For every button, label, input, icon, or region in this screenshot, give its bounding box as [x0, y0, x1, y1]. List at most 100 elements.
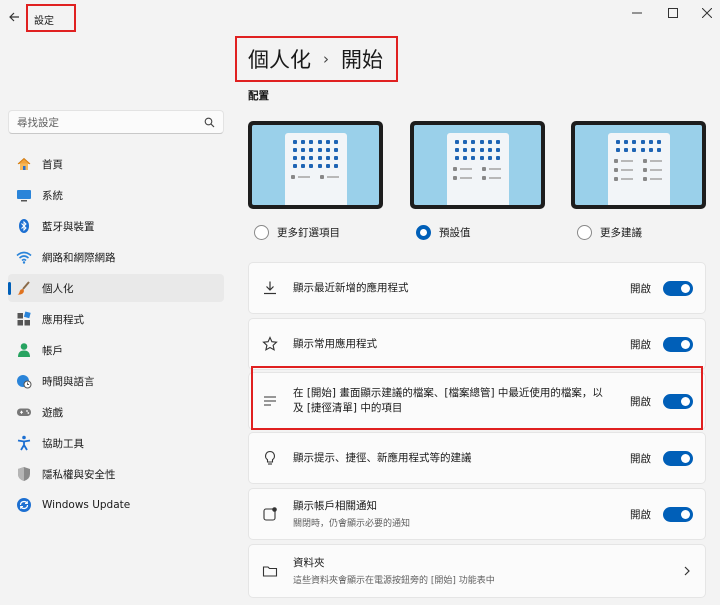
layout-section-label: 配置: [248, 90, 269, 102]
globe-clock-icon: [16, 373, 32, 389]
layout-thumb-default[interactable]: [410, 121, 545, 209]
sidebar-item-gaming[interactable]: 遊戲: [8, 398, 224, 426]
maximize-button[interactable]: [662, 6, 684, 22]
sidebar-item-label: 協助工具: [42, 437, 84, 450]
gamepad-icon: [16, 404, 32, 420]
thumb-screen: [575, 125, 702, 205]
setting-subtitle: 這些資料夾會顯示在電源按鈕旁的 [開始] 功能表中: [293, 576, 495, 586]
start-panel-preview: [284, 133, 347, 205]
radio-label: 更多釘選項目: [277, 227, 340, 239]
sidebar-item-label: 藍牙與裝置: [42, 220, 95, 233]
toggle-state-label: 開啟: [630, 338, 651, 351]
highlight-box-setting: [251, 366, 703, 430]
setting-text: 顯示提示、捷徑、新應用程式等的建議: [293, 451, 630, 466]
back-arrow-icon: [8, 11, 20, 26]
search-input[interactable]: 尋找設定: [8, 110, 224, 134]
setting-title: 資料夾: [293, 557, 325, 569]
person-icon: [16, 342, 32, 358]
start-panel-preview: [607, 133, 670, 205]
recommended-grid: [452, 167, 503, 180]
toggle-state-label: 開啟: [630, 282, 651, 295]
setting-title: 顯示帳戶相關通知: [293, 500, 377, 512]
setting-text: 顯示常用應用程式: [293, 337, 630, 352]
sidebar-item-home[interactable]: 首頁: [8, 150, 224, 178]
layout-thumb-more-recommendations[interactable]: [571, 121, 706, 209]
toggle-knob: [681, 509, 690, 519]
accessibility-icon: [16, 435, 32, 451]
sidebar-item-label: 網路和網際網路: [42, 251, 116, 264]
radio-button[interactable]: [416, 225, 431, 240]
minimize-button[interactable]: [626, 6, 648, 22]
layout-thumb-more-pins[interactable]: [248, 121, 383, 209]
sidebar-item-personalization[interactable]: 個人化: [8, 274, 224, 302]
toggle-knob: [681, 339, 690, 349]
setting-title: 顯示提示、捷徑、新應用程式等的建議: [293, 451, 472, 464]
sidebar-item-bluetooth[interactable]: 藍牙與裝置: [8, 212, 224, 240]
maximize-icon: [668, 7, 678, 21]
shield-icon: [16, 466, 32, 482]
minimize-icon: [632, 8, 642, 21]
setting-subtitle: 關閉時，仍會顯示必要的通知: [293, 519, 411, 529]
bluetooth-icon: [16, 218, 32, 234]
recommended-grid: [613, 159, 664, 181]
chevron-right-icon: [681, 565, 693, 577]
highlight-box-title: [26, 4, 76, 32]
sidebar-item-label: 時間與語言: [42, 375, 95, 388]
back-button[interactable]: [6, 10, 22, 26]
setting-text: 顯示帳戶相關通知 關閉時，仍會顯示必要的通知: [293, 499, 630, 529]
close-button[interactable]: [696, 6, 718, 22]
sidebar-item-windows-update[interactable]: Windows Update: [8, 491, 224, 519]
close-icon: [701, 7, 713, 21]
toggle-state-label: 開啟: [630, 508, 651, 521]
notification-icon: [261, 505, 279, 523]
sidebar-item-time-language[interactable]: 時間與語言: [8, 367, 224, 395]
setting-tips-suggestions: 顯示提示、捷徑、新應用程式等的建議 開啟: [248, 432, 706, 484]
setting-text: 顯示最近新增的應用程式: [293, 281, 630, 296]
apps-icon: [16, 311, 32, 327]
radio-label: 更多建議: [600, 227, 642, 239]
setting-account-notifications: 顯示帳戶相關通知 關閉時，仍會顯示必要的通知 開啟: [248, 488, 706, 540]
sidebar-item-label: 應用程式: [42, 313, 84, 326]
sidebar-item-network[interactable]: 網路和網際網路: [8, 243, 224, 271]
thumb-screen: [252, 125, 379, 205]
setting-text: 資料夾 這些資料夾會顯示在電源按鈕旁的 [開始] 功能表中: [293, 556, 681, 586]
search-placeholder: 尋找設定: [17, 116, 59, 129]
toggle-switch[interactable]: [663, 336, 693, 352]
sidebar-nav: 首頁 系統 藍牙與裝置 網路和網際網路 個人化 應用程式 帳戶 時間與語言 遊戲…: [8, 150, 224, 522]
title-bar: 設定: [0, 0, 720, 36]
sidebar-item-label: 帳戶: [42, 344, 63, 357]
highlight-box-header: [235, 36, 398, 82]
radio-button[interactable]: [254, 225, 269, 240]
sidebar-item-privacy[interactable]: 隱私權與安全性: [8, 460, 224, 488]
toggle-switch[interactable]: [663, 280, 693, 296]
pinned-grid: [291, 140, 341, 168]
monitor-icon: [16, 187, 32, 203]
sidebar-item-apps[interactable]: 應用程式: [8, 305, 224, 333]
sidebar-item-accessibility[interactable]: 協助工具: [8, 429, 224, 457]
lightbulb-icon: [261, 449, 279, 467]
home-icon: [16, 156, 32, 172]
toggle-switch[interactable]: [663, 506, 693, 522]
toggle-state-label: 開啟: [630, 452, 651, 465]
recommended-grid: [290, 175, 341, 179]
update-icon: [16, 497, 32, 513]
search-icon: [203, 116, 215, 128]
radio-button[interactable]: [577, 225, 592, 240]
setting-title: 顯示常用應用程式: [293, 337, 377, 350]
toggle-switch[interactable]: [663, 450, 693, 466]
sidebar-item-label: 遊戲: [42, 406, 63, 419]
sidebar-item-label: 系統: [42, 189, 63, 202]
toggle-knob: [681, 283, 690, 293]
sidebar-item-system[interactable]: 系統: [8, 181, 224, 209]
brush-icon: [16, 280, 32, 296]
setting-recently-added-apps: 顯示最近新增的應用程式 開啟: [248, 262, 706, 314]
radio-more-pins[interactable]: 更多釘選項目: [254, 225, 340, 240]
radio-more-recommendations[interactable]: 更多建議: [577, 225, 642, 240]
wifi-icon: [16, 249, 32, 265]
sidebar-item-label: 隱私權與安全性: [42, 468, 116, 481]
start-panel-preview: [446, 133, 509, 205]
setting-folders[interactable]: 資料夾 這些資料夾會顯示在電源按鈕旁的 [開始] 功能表中: [248, 544, 706, 598]
radio-default[interactable]: 預設值: [416, 225, 471, 240]
sidebar-item-accounts[interactable]: 帳戶: [8, 336, 224, 364]
pinned-grid: [614, 140, 664, 152]
